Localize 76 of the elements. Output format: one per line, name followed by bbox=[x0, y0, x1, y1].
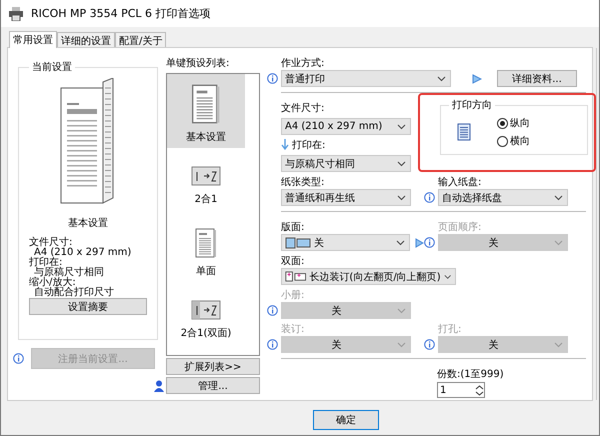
detail-value: 自动配合打印尺寸 bbox=[33, 288, 115, 298]
chevron-down-icon bbox=[396, 308, 406, 314]
group-title: 当前设置 bbox=[31, 60, 73, 74]
chevron-down-icon bbox=[397, 194, 406, 200]
play-icon bbox=[415, 238, 424, 248]
detail-value: A4 (210 x 297 mm) bbox=[34, 248, 132, 258]
info-icon bbox=[267, 305, 278, 316]
portrait-page-icon bbox=[457, 123, 471, 141]
list-label: 单键预设列表: bbox=[166, 56, 230, 70]
ok-button[interactable]: 确定 bbox=[313, 410, 379, 430]
detail-value: 与原稿尺寸相同 bbox=[34, 268, 105, 278]
info-icon bbox=[424, 192, 435, 203]
preset-item[interactable]: 2合1 bbox=[167, 160, 245, 210]
dropdown[interactable]: 与原稿尺寸相同 bbox=[281, 155, 411, 172]
two-in-one-icon bbox=[191, 300, 221, 320]
field-label: 打印在: bbox=[292, 138, 326, 152]
field-label: 文件尺寸: bbox=[281, 102, 324, 115]
tab[interactable]: 配置/关于 bbox=[115, 32, 166, 47]
field-label: 装订: bbox=[280, 322, 306, 336]
preset-name: 基本设置 bbox=[68, 216, 108, 230]
layout-icon bbox=[285, 236, 311, 248]
window-title: RICOH MP 3554 PCL 6 打印首选项 bbox=[31, 6, 211, 21]
field-label: 版面: bbox=[280, 221, 306, 234]
dropdown[interactable]: A4 (210 x 297 mm) bbox=[281, 118, 411, 135]
user-icon bbox=[154, 380, 164, 392]
field-label: 份数:(1至999) bbox=[437, 368, 505, 381]
preset-item[interactable]: 单面 bbox=[167, 222, 245, 282]
field-label: 双面: bbox=[280, 255, 306, 268]
two-in-one-icon bbox=[191, 166, 221, 186]
duplex-icon bbox=[285, 270, 306, 283]
info-icon bbox=[267, 339, 278, 350]
field-label: 小册: bbox=[280, 288, 306, 302]
dropdown[interactable]: 普通纸和再生纸 bbox=[281, 189, 411, 206]
info-icon bbox=[424, 237, 435, 248]
chevron-down-icon bbox=[397, 124, 406, 130]
dropdown[interactable]: 自动选择纸盘 bbox=[438, 189, 568, 206]
page-icon bbox=[191, 84, 221, 124]
down-arrow-icon bbox=[281, 139, 289, 151]
chevron-down-icon bbox=[437, 76, 446, 82]
chevron-down-icon bbox=[554, 194, 563, 200]
details-button[interactable]: 详细资料... bbox=[497, 70, 577, 87]
field-label: 打孔: bbox=[437, 322, 462, 336]
detail-label: 文件尺寸: bbox=[29, 238, 72, 248]
field-label: 作业方式: bbox=[281, 56, 324, 70]
detail-label: 缩小/放大: bbox=[29, 278, 76, 288]
field-label: 纸张类型: bbox=[280, 176, 326, 189]
play-icon bbox=[472, 74, 482, 84]
tab[interactable]: 详细的设置 bbox=[57, 32, 115, 47]
chevron-down-icon bbox=[554, 342, 563, 348]
preset-item[interactable]: 基本设置 bbox=[167, 74, 245, 148]
chevron-down-icon bbox=[444, 274, 451, 280]
radio-option[interactable]: 横向 bbox=[497, 134, 530, 148]
spinner-arrows-icon bbox=[475, 384, 484, 396]
expand-list-button[interactable]: 扩展列表>> bbox=[166, 358, 260, 375]
chevron-down-icon bbox=[396, 342, 406, 348]
detail-label: 打印在: bbox=[29, 258, 62, 268]
info-icon bbox=[13, 353, 24, 364]
field-label: 页面顺序: bbox=[437, 220, 482, 234]
chevron-down-icon bbox=[554, 240, 563, 246]
preset-item[interactable]: 2合1(双面) bbox=[167, 294, 245, 344]
chevron-down-icon bbox=[397, 160, 406, 166]
group-title: 打印方向 bbox=[451, 98, 493, 112]
summary-button[interactable]: 设置摘要 bbox=[29, 298, 147, 315]
dropdown[interactable]: 关 bbox=[281, 234, 410, 251]
printer-icon bbox=[8, 6, 24, 20]
chevron-down-icon bbox=[396, 240, 406, 246]
page-icon bbox=[195, 228, 217, 258]
field-label: 输入纸盘: bbox=[437, 176, 482, 189]
radio-option[interactable]: 纵向 bbox=[497, 116, 530, 130]
dropdown[interactable]: 长边装订(向左翻页/向上翻页) bbox=[281, 268, 456, 285]
manage-button[interactable]: 管理... bbox=[166, 377, 260, 394]
info-icon bbox=[267, 73, 278, 84]
dropdown[interactable]: 普通打印 bbox=[281, 70, 451, 87]
info-icon bbox=[424, 339, 435, 350]
tab[interactable]: 常用设置 bbox=[9, 31, 57, 48]
copies-field[interactable]: 1 bbox=[437, 382, 485, 398]
